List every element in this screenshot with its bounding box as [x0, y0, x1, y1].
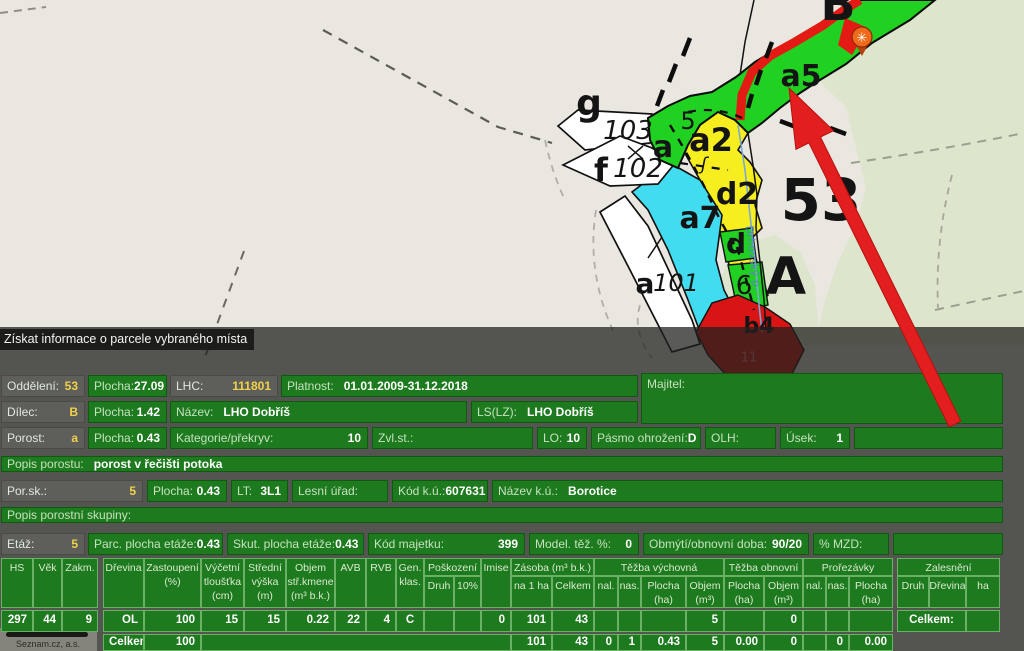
map-attribution: Seznam.cz, a.s. [0, 628, 97, 651]
map-attribution-text: Seznam.cz, a.s. [16, 639, 80, 649]
map-tooltip: Získat informace o parcele vybraného mís… [0, 329, 254, 350]
stand-d-green [720, 228, 756, 262]
info-panel-backdrop [0, 327, 1024, 651]
map-scalebar [6, 632, 88, 637]
svg-text:✳: ✳ [857, 31, 868, 46]
app-window: ✳ B53Ag103f102a5a5a2d2a7d6a101b411Drhovs… [0, 0, 1024, 651]
